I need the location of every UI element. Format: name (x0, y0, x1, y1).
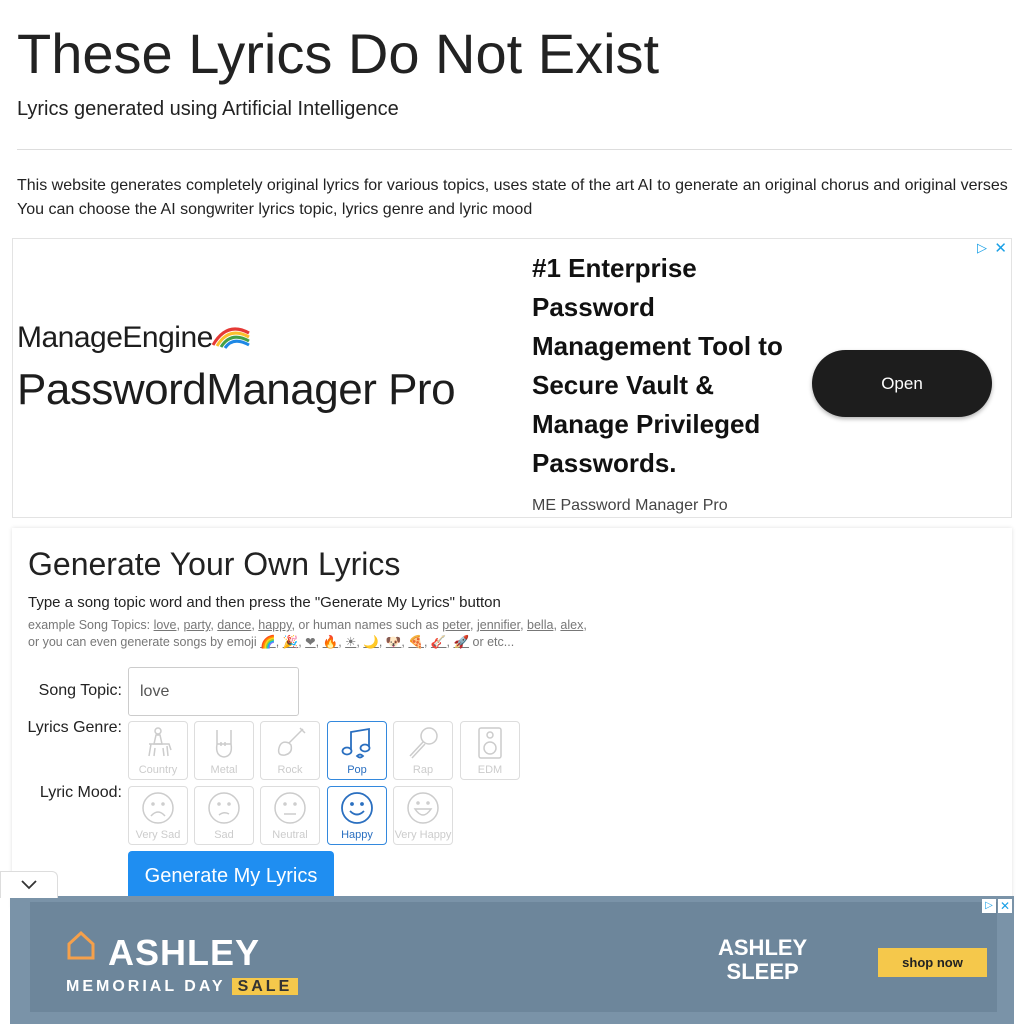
example-link-happy[interactable]: happy (258, 618, 291, 632)
rock-hand-icon (215, 730, 233, 758)
example-link-party[interactable]: party (183, 618, 210, 632)
ad-advertiser[interactable]: ME Password Manager Pro (532, 497, 728, 515)
topic-examples: example Song Topics: love, party, dance,… (28, 618, 587, 649)
adchoices-icon[interactable]: ▷ (977, 240, 987, 256)
very-sad-face-icon (142, 792, 174, 824)
ashley-sale-text: MEMORIAL DAY SALE (66, 978, 299, 996)
generator-card: Generate Your Own Lyrics Type a song top… (12, 528, 1012, 908)
mood-label-sad: Sad (214, 829, 234, 841)
example-emoji-7[interactable]: 🐶 (386, 635, 402, 649)
sleep-line-1: ASHLEY (718, 935, 808, 960)
generate-lyrics-button[interactable]: Generate My Lyrics (128, 851, 334, 901)
example-emoji-6[interactable]: 🌙 (363, 635, 379, 649)
example-link-jennifier[interactable]: jennifier (477, 618, 520, 632)
ad-collapse-toggle[interactable] (0, 871, 58, 898)
page-title: These Lyrics Do Not Exist (17, 22, 660, 85)
ad-headline[interactable]: #1 Enterprise Password Management Tool t… (532, 249, 802, 483)
speaker-icon (478, 727, 502, 759)
genre-label-metal: Metal (210, 764, 238, 776)
example-emoji-5[interactable]: ☀ (345, 635, 356, 649)
example-link-bella[interactable]: bella (527, 618, 553, 632)
example-emoji-9[interactable]: 🎸 (431, 635, 447, 649)
genre-label-rap: Rap (412, 764, 434, 776)
sad-face-icon (208, 792, 240, 824)
genre-option-rock[interactable]: Rock (260, 721, 320, 780)
ashley-house-logo-icon (67, 930, 95, 960)
ad-brand-name: ManageEngine (17, 321, 213, 354)
ad-product-name: PasswordManager Pro (17, 365, 456, 414)
genre-label-rock: Rock (277, 764, 303, 776)
example-link-dance[interactable]: dance (217, 618, 251, 632)
mood-option-very-happy[interactable]: Very Happy (393, 786, 453, 845)
mood-option-sad[interactable]: Sad (194, 786, 254, 845)
genre-option-pop[interactable]: Pop (327, 721, 387, 780)
generator-instruction: Type a song topic word and then press th… (28, 594, 501, 611)
sale-tag: SALE (231, 978, 299, 995)
lyric-mood-label: Lyric Mood: (39, 784, 122, 801)
mood-option-happy[interactable]: Happy (327, 786, 387, 845)
divider (17, 149, 1012, 150)
example-link-peter[interactable]: peter (442, 618, 470, 632)
mood-label-very-happy: Very Happy (394, 829, 452, 841)
example-emoji-2[interactable]: 🎉 (283, 635, 299, 649)
shop-now-button[interactable]: shop now (878, 948, 987, 977)
genre-option-metal[interactable]: Metal (194, 721, 254, 780)
ashley-brand: ASHLEY (108, 932, 261, 973)
example-emoji-1[interactable]: 🌈 (260, 635, 276, 649)
intro-line-2: You can choose the AI songwriter lyrics … (17, 201, 533, 218)
mood-option-very-sad[interactable]: Very Sad (128, 786, 188, 845)
neutral-face-icon (274, 792, 306, 824)
close-icon[interactable]: ✕ (994, 239, 1007, 257)
emoji-suffix: or etc... (472, 635, 515, 649)
mood-label-very-sad: Very Sad (135, 829, 181, 841)
genre-option-edm[interactable]: EDM (460, 721, 520, 780)
bottom-advertisement[interactable]: ASHLEY MEMORIAL DAY SALE ASHLEY SLEEP sho… (10, 896, 1014, 1024)
top-advertisement[interactable]: ManageEngine PasswordManager Pro #1 Ente… (12, 238, 1012, 518)
genre-label-edm: EDM (477, 764, 503, 776)
manageengine-logo-icon (211, 327, 250, 349)
examples-prefix: example Song Topics: (28, 618, 151, 632)
horse-rider-icon (148, 727, 172, 757)
song-topic-label: Song Topic: (38, 682, 122, 699)
music-note-icon (341, 727, 371, 759)
chevron-down-icon (21, 880, 37, 890)
lyrics-genre-label: Lyrics Genre: (27, 719, 122, 736)
genre-option-country[interactable]: Country (128, 721, 188, 780)
ashley-banner[interactable]: ASHLEY MEMORIAL DAY SALE ASHLEY SLEEP sho… (30, 902, 997, 1012)
example-link-alex[interactable]: alex (560, 618, 583, 632)
page-subtitle: Lyrics generated using Artificial Intell… (17, 98, 399, 120)
example-emoji-10[interactable]: 🚀 (453, 635, 469, 649)
example-emoji-4[interactable]: 🔥 (323, 635, 339, 649)
example-emoji-3[interactable]: ❤ (305, 635, 315, 649)
song-topic-input[interactable]: love (128, 667, 299, 716)
mood-option-neutral[interactable]: Neutral (260, 786, 320, 845)
genre-label-country: Country (138, 764, 178, 776)
ad-open-button[interactable]: Open (812, 350, 992, 417)
adchoices-icon[interactable]: ▷ (982, 899, 996, 913)
happy-face-icon (341, 792, 373, 824)
mood-label-neutral: Neutral (272, 829, 308, 841)
genre-label-pop: Pop (347, 764, 367, 776)
genre-option-rap[interactable]: Rap (393, 721, 453, 780)
ashley-sleep-logo: ASHLEY SLEEP (718, 936, 807, 984)
example-emoji-8[interactable]: 🍕 (408, 635, 424, 649)
intro-line-1: This website generates completely origin… (17, 177, 1008, 194)
generator-heading: Generate Your Own Lyrics (28, 546, 401, 582)
electric-guitar-icon (277, 727, 306, 756)
emoji-prefix: or you can even generate songs by emoji (28, 635, 257, 649)
microphone-icon (409, 727, 438, 759)
intro-text: This website generates completely origin… (17, 174, 1017, 222)
close-icon[interactable]: ✕ (998, 899, 1012, 913)
sale-text: MEMORIAL DAY (66, 978, 226, 995)
mood-label-happy: Happy (341, 829, 373, 841)
very-happy-face-icon (407, 792, 439, 824)
example-link-love[interactable]: love (154, 618, 177, 632)
names-prefix: , or human names such as (291, 618, 439, 632)
sleep-line-2: SLEEP (726, 959, 799, 984)
